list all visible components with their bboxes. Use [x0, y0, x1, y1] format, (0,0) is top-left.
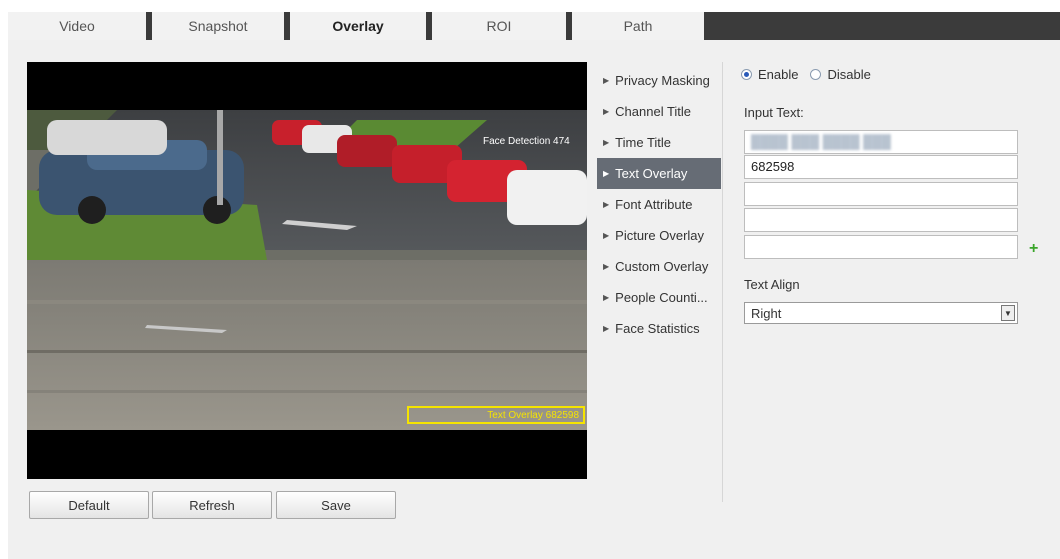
triangle-right-icon: ▶: [603, 76, 610, 85]
vertical-divider: [722, 62, 723, 502]
triangle-right-icon: ▶: [603, 293, 610, 302]
menu-item-label: Time Title: [615, 135, 672, 150]
triangle-right-icon: ▶: [603, 107, 610, 116]
triangle-right-icon: ▶: [603, 200, 610, 209]
menu-item-text-overlay[interactable]: ▶ Text Overlay: [597, 158, 721, 189]
text-overlay-box[interactable]: Text Overlay 682598: [407, 406, 585, 424]
disable-radio[interactable]: [810, 69, 822, 80]
refresh-button[interactable]: Refresh: [152, 491, 272, 519]
text-align-select[interactable]: Right ▼: [744, 302, 1018, 324]
input-text-label: Input Text:: [744, 105, 804, 120]
menu-item-label: Text Overlay: [615, 166, 688, 181]
text-line-5-input[interactable]: [744, 235, 1018, 259]
save-button[interactable]: Save: [276, 491, 396, 519]
add-line-plus-icon[interactable]: +: [1029, 240, 1038, 258]
text-align-label: Text Align: [744, 277, 800, 292]
tab-overlay[interactable]: Overlay: [290, 12, 432, 40]
text-line-3-input[interactable]: [744, 182, 1018, 206]
tab-video[interactable]: Video: [8, 12, 152, 40]
tab-path[interactable]: Path: [572, 12, 704, 40]
enable-label: Enable: [758, 67, 799, 82]
menu-item-label: Channel Title: [615, 104, 692, 119]
camera-scene-image: Face Detection 474 Text Overlay 682598: [27, 110, 587, 430]
overlay-menu: ▶ Privacy Masking ▶ Channel Title ▶ Time Ti…: [597, 65, 721, 344]
menu-item-face-statistics[interactable]: ▶ Face Statistics: [597, 313, 721, 344]
text-align-value: Right: [751, 306, 782, 321]
video-preview[interactable]: Face Detection 474 Text Overlay 682598: [27, 62, 587, 479]
face-detection-counter: Face Detection 474: [483, 136, 570, 147]
chevron-down-icon[interactable]: ▼: [1001, 305, 1015, 321]
menu-item-picture-overlay[interactable]: ▶ Picture Overlay: [597, 220, 721, 251]
text-line-2-input[interactable]: 682598: [744, 155, 1018, 179]
tab-bar: Video Snapshot Overlay ROI Path: [0, 0, 1060, 40]
tab-roi[interactable]: ROI: [432, 12, 572, 40]
triangle-right-icon: ▶: [603, 231, 610, 240]
menu-item-label: People Counti...: [615, 290, 708, 305]
default-button[interactable]: Default: [29, 491, 149, 519]
menu-item-people-counting[interactable]: ▶ People Counti...: [597, 282, 721, 313]
text-line-4-input[interactable]: [744, 208, 1018, 232]
enable-radio[interactable]: [741, 69, 752, 80]
tab-bar-filler: [704, 12, 1060, 40]
triangle-right-icon: ▶: [603, 324, 610, 333]
triangle-right-icon: ▶: [603, 138, 610, 147]
disable-label: Disable: [827, 67, 871, 82]
blurred-text: ████ ███ ████ ███: [751, 134, 891, 149]
text-line-1-input[interactable]: ████ ███ ████ ███: [744, 130, 1018, 154]
tab-snapshot[interactable]: Snapshot: [152, 12, 290, 40]
menu-item-label: Privacy Masking: [615, 73, 710, 88]
menu-item-privacy-masking[interactable]: ▶ Privacy Masking: [597, 65, 721, 96]
menu-item-label: Face Statistics: [615, 321, 700, 336]
menu-item-font-attribute[interactable]: ▶ Font Attribute: [597, 189, 721, 220]
menu-item-custom-overlay[interactable]: ▶ Custom Overlay: [597, 251, 721, 282]
menu-item-time-title[interactable]: ▶ Time Title: [597, 127, 721, 158]
triangle-right-icon: ▶: [603, 169, 610, 178]
triangle-right-icon: ▶: [603, 262, 610, 271]
menu-item-channel-title[interactable]: ▶ Channel Title: [597, 96, 721, 127]
parking-lot-scene: [27, 110, 587, 430]
menu-item-label: Font Attribute: [615, 197, 693, 212]
menu-item-label: Picture Overlay: [615, 228, 705, 243]
enable-radio-group: Enable Disable: [741, 67, 871, 82]
menu-item-label: Custom Overlay: [615, 259, 709, 274]
